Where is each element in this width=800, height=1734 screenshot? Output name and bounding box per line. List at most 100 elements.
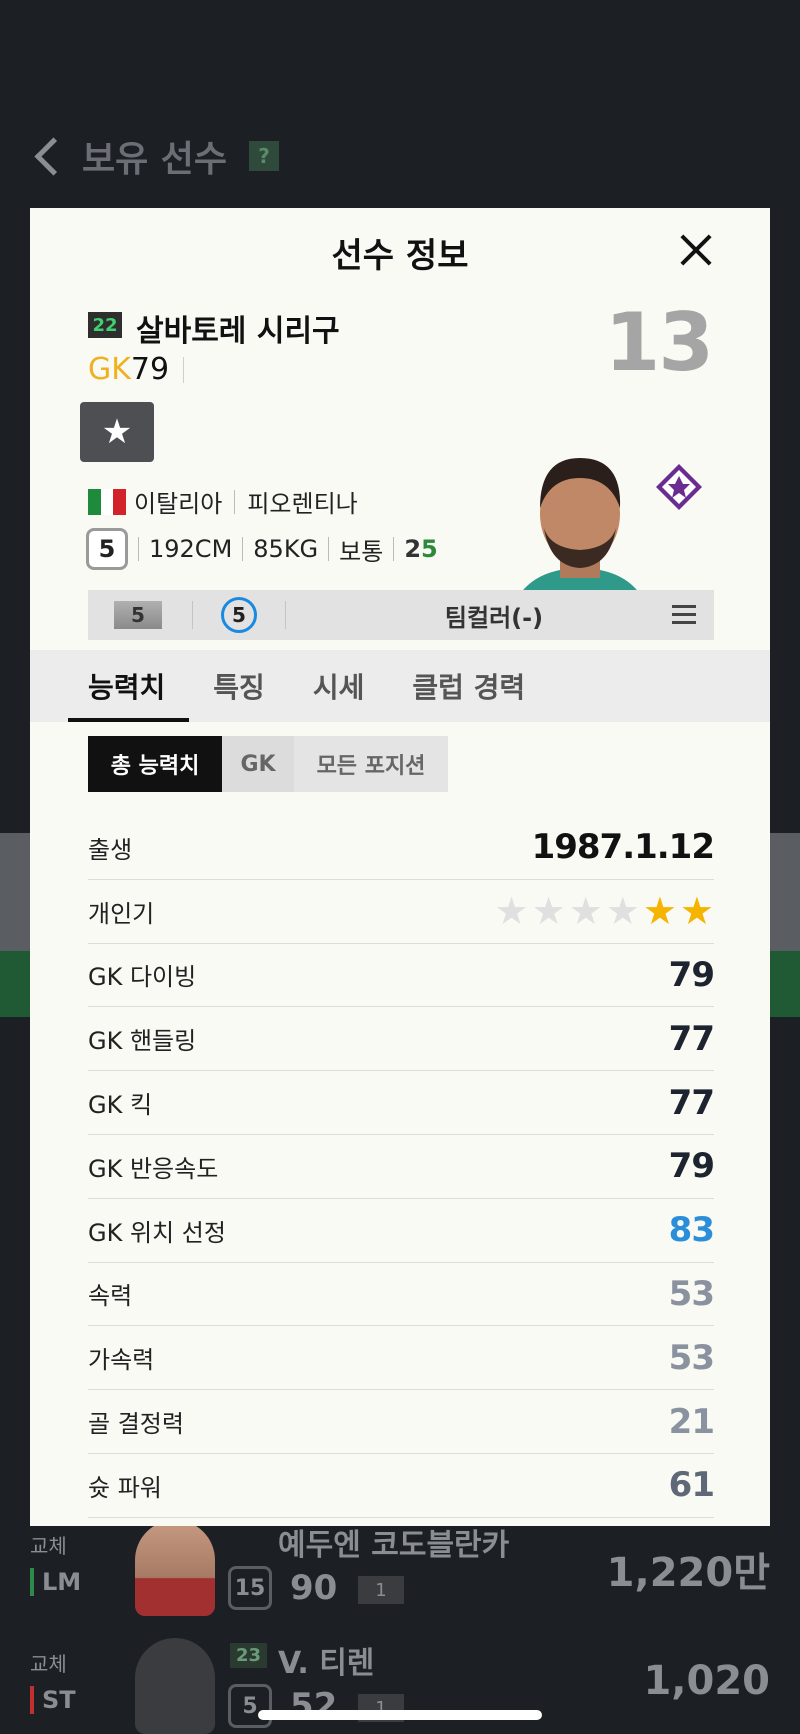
stat-value: 77 bbox=[668, 1082, 715, 1123]
stat-label: 개인기 bbox=[88, 899, 155, 928]
divider bbox=[242, 537, 244, 561]
divider bbox=[285, 601, 286, 629]
stat-label: GK 킥 bbox=[88, 1091, 153, 1120]
tab-market-price[interactable]: 시세 bbox=[313, 650, 365, 722]
star-icon: ★ bbox=[101, 412, 133, 452]
stat-value: 79 bbox=[668, 1146, 715, 1187]
stat-label: 가속력 bbox=[88, 1346, 155, 1375]
position-overall: GK 79 bbox=[88, 352, 185, 387]
star-icon: ★ bbox=[642, 889, 677, 934]
stat-row: GK 킥 77 bbox=[88, 1071, 715, 1135]
price: 1,220만 bbox=[606, 1550, 770, 1596]
stats-list: 출생 1987.1.12 개인기 ★ ★ ★ ★ ★ ★ GK 다이빙 79 G… bbox=[88, 816, 715, 1518]
back-number: 13 bbox=[604, 296, 714, 389]
slot-label: 교체 bbox=[30, 1652, 67, 1676]
stat-row: 골 결정력 21 bbox=[88, 1390, 715, 1454]
grade-badge: 5 bbox=[228, 1684, 272, 1728]
position-label: ST bbox=[30, 1686, 76, 1714]
nation-club-line: 이탈리아 피오렌티나 bbox=[88, 484, 358, 519]
home-indicator[interactable] bbox=[258, 1710, 542, 1720]
position-code: GK bbox=[88, 352, 131, 387]
stat-label: 속력 bbox=[88, 1282, 133, 1311]
subtab-all-positions[interactable]: 모든 포지션 bbox=[294, 736, 448, 792]
level-badge: 1 bbox=[358, 1576, 404, 1604]
tab-traits[interactable]: 특징 bbox=[213, 650, 265, 722]
stat-row: 속력 53 bbox=[88, 1263, 715, 1327]
stat-label: GK 위치 선정 bbox=[88, 1218, 226, 1247]
close-icon[interactable] bbox=[670, 224, 724, 278]
tab-stats[interactable]: 능력치 bbox=[67, 650, 190, 722]
star-icon: ★ bbox=[494, 889, 529, 934]
divider bbox=[183, 356, 185, 383]
subtab-gk[interactable]: GK bbox=[222, 736, 294, 792]
club-name: 피오렌티나 bbox=[247, 490, 358, 518]
stat-value: 21 bbox=[668, 1401, 715, 1442]
background-page-title: 보유 선수 bbox=[82, 139, 228, 180]
stat-value: 53 bbox=[668, 1273, 715, 1314]
divider bbox=[138, 537, 139, 561]
stat-value: 53 bbox=[668, 1337, 715, 1378]
player-name: 예두엔 코도블란카 bbox=[278, 1528, 510, 1563]
stat-value: 83 bbox=[668, 1210, 715, 1251]
menu-icon[interactable] bbox=[672, 605, 698, 625]
star-icon: ★ bbox=[605, 889, 640, 934]
player-name: 살바토레 시리구 bbox=[136, 314, 340, 349]
player-name: V. 티렌 bbox=[278, 1646, 375, 1681]
weight: 85KG bbox=[253, 535, 319, 563]
overall: 90 bbox=[290, 1568, 338, 1608]
player-avatar bbox=[135, 1638, 215, 1734]
tab-club-history[interactable]: 클럽 경력 bbox=[412, 650, 525, 722]
stat-label: GK 다이빙 bbox=[88, 963, 197, 992]
level-circle: 5 bbox=[221, 597, 257, 633]
background-player-row[interactable]: 교체 LM 예두엔 코도블란카 15 90 1 1,220만 bbox=[0, 1520, 800, 1630]
weak-foot-indicator: 25 bbox=[404, 535, 437, 563]
stat-value: 79 bbox=[668, 954, 715, 995]
physical-info-line: 5 192CM 85KG 보통 25 bbox=[86, 528, 438, 570]
enhance-badge: 5 bbox=[114, 601, 162, 629]
stat-value: 77 bbox=[668, 1018, 715, 1059]
player-info-bar: 5 5 팀컬러(-) bbox=[88, 590, 714, 640]
season-badge: 23 bbox=[230, 1643, 268, 1668]
star-icon: ★ bbox=[568, 889, 603, 934]
stat-row: GK 핸들링 77 bbox=[88, 1007, 715, 1072]
player-info-modal: 선수 정보 22 살바토레 시리구 GK 79 13 ★ 이탈리아 피오렌티나 … bbox=[30, 208, 770, 1526]
star-icon: ★ bbox=[679, 889, 714, 934]
left-foot-value: 2 bbox=[404, 535, 422, 563]
back-arrow-icon[interactable] bbox=[30, 135, 60, 177]
grade-badge: 15 bbox=[228, 1566, 272, 1610]
slot-label: 교체 bbox=[30, 1534, 67, 1558]
height: 192CM bbox=[149, 535, 233, 563]
stat-label: 골 결정력 bbox=[88, 1410, 184, 1439]
stat-label: GK 핸들링 bbox=[88, 1027, 197, 1056]
season-badge: 22 bbox=[88, 312, 122, 338]
body-type: 보통 bbox=[339, 537, 384, 566]
subtab-total-stats[interactable]: 총 능력치 bbox=[88, 736, 222, 792]
background-header: 보유 선수 ? bbox=[30, 130, 280, 182]
stat-row: 가속력 53 bbox=[88, 1326, 715, 1391]
stat-value: 61 bbox=[668, 1465, 715, 1506]
nation-name: 이탈리아 bbox=[134, 490, 223, 518]
skill-stars: ★ ★ ★ ★ ★ ★ bbox=[495, 892, 714, 930]
overall: 52 bbox=[290, 1686, 338, 1726]
stat-row-birth: 출생 1987.1.12 bbox=[88, 816, 715, 880]
stat-row: 슛 파워 61 bbox=[88, 1454, 715, 1518]
stat-row: GK 위치 선정 83 bbox=[88, 1199, 715, 1263]
italy-flag-icon bbox=[88, 488, 127, 515]
right-foot-value: 5 bbox=[421, 535, 438, 563]
divider bbox=[393, 537, 395, 561]
star-icon: ★ bbox=[531, 889, 566, 934]
divider bbox=[234, 489, 236, 514]
stat-label: 슛 파워 bbox=[88, 1473, 162, 1502]
stat-row: GK 반응속도 79 bbox=[88, 1135, 715, 1199]
modal-title: 선수 정보 bbox=[331, 236, 469, 276]
team-color-label: 팀컬러(-) bbox=[444, 603, 544, 632]
grade-hex-icon: 5 bbox=[86, 528, 128, 570]
stat-row-skill-moves: 개인기 ★ ★ ★ ★ ★ ★ bbox=[88, 880, 714, 944]
favorite-star-button[interactable]: ★ bbox=[80, 402, 154, 462]
divider bbox=[192, 601, 193, 629]
stat-label: 출생 bbox=[88, 835, 133, 864]
divider bbox=[328, 537, 330, 561]
stat-value: 1987.1.12 bbox=[531, 827, 715, 868]
position-label: LM bbox=[30, 1568, 81, 1596]
help-icon[interactable]: ? bbox=[249, 141, 280, 171]
